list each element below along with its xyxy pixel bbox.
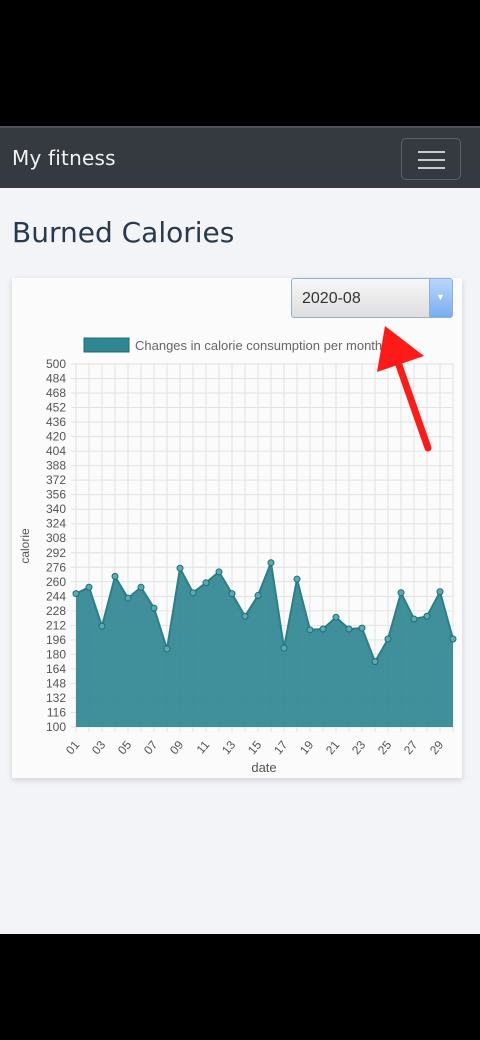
data-point[interactable] (202, 579, 210, 587)
y-tick-label: 116 (47, 705, 66, 719)
data-point[interactable] (72, 590, 80, 598)
x-tick-label: 21 (323, 738, 343, 757)
data-point[interactable] (215, 568, 223, 576)
data-point[interactable] (163, 645, 171, 653)
y-tick-label: 228 (46, 604, 66, 618)
month-select-value: 2020-08 (302, 290, 361, 307)
x-tick-label: 11 (194, 738, 213, 757)
y-tick-label: 452 (46, 401, 66, 415)
x-tick-label: 13 (219, 738, 239, 757)
y-tick-label: 148 (46, 676, 66, 690)
y-tick-label: 388 (46, 459, 66, 473)
x-tick-label: 27 (401, 738, 421, 757)
y-tick-label: 276 (46, 560, 66, 574)
y-tick-label: 372 (46, 473, 66, 487)
data-point[interactable] (228, 590, 236, 598)
data-point[interactable] (332, 613, 340, 621)
month-select[interactable]: 2020-08 ▼ (291, 278, 453, 318)
x-tick-label: 05 (115, 738, 135, 757)
hamburger-menu-icon[interactable] (401, 138, 461, 180)
series-area (76, 562, 453, 727)
data-point[interactable] (176, 564, 184, 572)
data-point[interactable] (124, 594, 132, 602)
data-point[interactable] (241, 612, 249, 620)
data-point[interactable] (319, 625, 327, 633)
data-point[interactable] (137, 583, 145, 591)
legend-label[interactable]: Changes in calorie consumption per month (135, 338, 382, 353)
x-tick-label: 03 (89, 738, 109, 757)
device-bottom-bar (0, 934, 480, 1040)
y-tick-label: 340 (46, 502, 66, 516)
legend-swatch (83, 337, 130, 353)
y-tick-label: 356 (46, 488, 66, 502)
data-point[interactable] (410, 615, 418, 623)
data-point[interactable] (449, 635, 457, 643)
navbar: My fitness (0, 126, 480, 188)
y-tick-label: 420 (46, 430, 66, 444)
app-screen: My fitness Burned Calories 100 116 132 148 1… (0, 126, 480, 934)
chevron-down-icon: ▼ (436, 292, 445, 302)
y-tick-label: 468 (46, 386, 66, 400)
x-tick-label: 01 (63, 738, 83, 757)
x-tick-label: 19 (297, 738, 317, 757)
y-tick-label: 100 (46, 720, 66, 734)
data-point[interactable] (371, 658, 379, 666)
data-point[interactable] (98, 622, 106, 630)
x-tick-label: 29 (427, 738, 447, 757)
data-point[interactable] (85, 583, 93, 591)
calorie-chart: 1001161321481641801962122282442602762923… (18, 337, 457, 775)
y-tick-label: 212 (46, 618, 66, 632)
data-point[interactable] (254, 591, 262, 599)
data-point[interactable] (384, 635, 392, 643)
data-point[interactable] (436, 588, 444, 596)
y-tick-label: 196 (46, 633, 66, 647)
page-title: Burned Calories (12, 216, 235, 249)
data-point[interactable] (306, 626, 314, 634)
y-tick-label: 180 (46, 647, 66, 661)
data-point[interactable] (293, 575, 301, 583)
x-axis-title: date (251, 760, 276, 775)
x-tick-label: 23 (349, 738, 369, 757)
y-tick-label: 308 (46, 531, 66, 545)
x-tick-label: 25 (375, 738, 395, 757)
data-point[interactable] (358, 624, 366, 632)
y-tick-label: 500 (46, 357, 66, 371)
y-tick-label: 292 (46, 546, 66, 560)
chart-card: 100 116 132 148 164 180 196 212 228 244 260 276 292 3… (12, 278, 462, 778)
y-tick-label: 484 (46, 372, 66, 386)
data-point[interactable] (345, 625, 353, 633)
x-tick-label: 17 (271, 738, 291, 757)
data-point[interactable] (111, 572, 119, 580)
data-point[interactable] (150, 604, 158, 612)
x-tick-label: 09 (167, 738, 187, 757)
data-point[interactable] (280, 644, 288, 652)
data-point[interactable] (189, 589, 197, 597)
y-tick-label: 436 (46, 415, 66, 429)
x-tick-label: 15 (245, 738, 265, 757)
y-tick-label: 404 (46, 444, 66, 458)
y-tick-label: 132 (46, 691, 66, 705)
y-tick-label: 324 (46, 517, 66, 531)
data-point[interactable] (267, 559, 275, 567)
data-point[interactable] (397, 589, 405, 597)
data-point[interactable] (423, 612, 431, 620)
y-axis-title: calorie (18, 528, 32, 564)
brand-title[interactable]: My fitness (12, 146, 116, 170)
y-tick-label: 164 (46, 662, 66, 676)
select-dropdown-button[interactable]: ▼ (429, 279, 452, 317)
x-tick-label: 07 (141, 738, 161, 757)
y-tick-label: 260 (46, 575, 66, 589)
y-tick-label: 244 (46, 589, 66, 603)
